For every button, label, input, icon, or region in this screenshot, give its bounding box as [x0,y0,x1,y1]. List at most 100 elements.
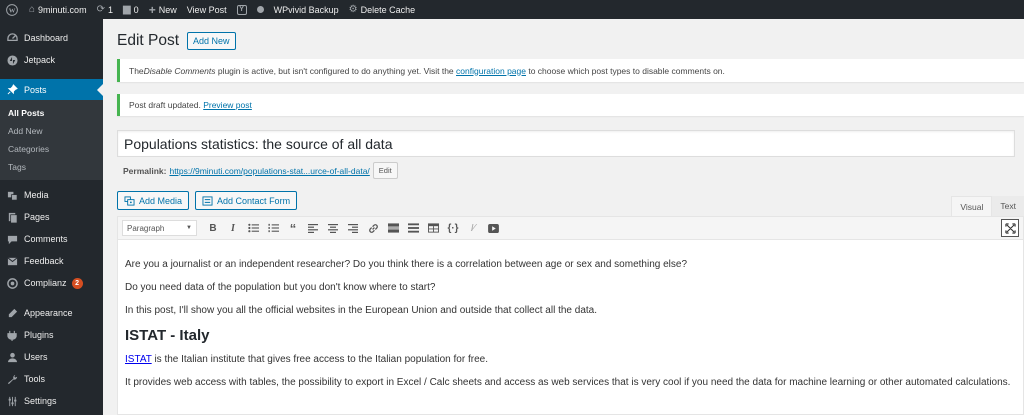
menu-label: Feedback [24,256,64,266]
complianz-badge: 2 [71,277,83,289]
menu-item-media[interactable]: Media [0,184,103,206]
menu-item-pages[interactable]: Pages [0,206,103,228]
site-name-link[interactable]: ⌂ 9minuti.com [24,0,92,19]
toolbar-toggle-icon[interactable] [403,219,423,237]
edit-permalink-button[interactable]: Edit [372,162,398,179]
yoast-icon: Y [236,4,247,15]
menu-item-posts[interactable]: Posts [0,79,103,100]
menu-label: Tools [24,374,46,384]
fullscreen-icon[interactable] [1001,219,1019,237]
align-left-icon[interactable] [303,219,323,237]
post-title-input[interactable]: Populations statistics: the source of al… [117,130,1015,157]
media-icon [7,190,18,201]
add-contact-form-label: Add Contact Form [217,195,291,206]
read-more-icon[interactable] [383,219,403,237]
plugins-icon [7,330,18,341]
format-select[interactable]: Paragraph ▼ [122,220,197,236]
submenu-categories[interactable]: Categories [0,140,103,158]
content-paragraph: Do you need data of the population but y… [125,282,436,293]
menu-item-feedback[interactable]: Feedback [0,250,103,272]
tab-text[interactable]: Text [992,196,1024,216]
istat-description: is the Italian institute that gives free… [151,354,488,365]
comments-count: 0 [133,4,139,15]
clear-formatting-icon[interactable]: I⁄ [463,219,483,237]
italic-icon[interactable]: I [223,219,243,237]
bulleted-list-icon[interactable] [243,219,263,237]
add-media-label: Add Media [139,195,183,206]
comment-icon: ▆ [122,4,131,15]
configuration-page-link[interactable]: configuration page [456,66,526,76]
delete-cache-link[interactable]: ⚙ Delete Cache [344,0,421,19]
content-paragraph: Are you a journalist or an independent r… [125,259,688,270]
jetpack-icon [7,54,18,66]
media-buttons: Add Media Add Contact Form [117,191,303,210]
permalink-label: Permalink: [123,165,167,176]
post-content-editor[interactable]: Are you a journalist or an independent r… [117,240,1024,415]
tab-visual[interactable]: Visual [951,196,993,216]
bold-icon[interactable]: B [203,219,223,237]
code-icon[interactable]: {·} [443,219,463,237]
notice-plugin-name: Disable Comments [143,65,216,76]
menu-item-complianz[interactable]: Complianz 2 [0,272,103,294]
menu-label: Posts [24,84,47,95]
updates-link[interactable]: ⟳ 1 [92,0,118,19]
permalink-row: Permalink: https://9minuti.com/populatio… [123,162,398,179]
disable-comments-notice: The Disable Comments plugin is active, b… [117,59,1024,82]
add-media-button[interactable]: Add Media [117,191,190,210]
status-dot-link[interactable] [252,0,269,19]
format-select-value: Paragraph [127,223,165,233]
main-content: Edit Post Add New The Disable Comments p… [103,19,1024,415]
submenu-add-new[interactable]: Add New [0,122,103,140]
comments-link[interactable]: ▆ 0 [118,0,144,19]
permalink-url[interactable]: https://9minuti.com/populations-stat...u… [169,166,369,176]
submenu-tags[interactable]: Tags [0,158,103,176]
tools-icon [7,374,18,385]
notice-text-middle: plugin is active, but isn't configured t… [215,65,457,76]
menu-item-plugins[interactable]: Plugins [0,324,103,346]
menu-item-settings[interactable]: Settings [0,390,103,412]
plus-icon: + [148,2,156,17]
settings-icon [7,396,18,407]
pages-icon [7,212,18,223]
delete-cache-label: Delete Cache [360,4,416,15]
menu-label: Settings [24,396,57,406]
numbered-list-icon[interactable] [263,219,283,237]
menu-item-dashboard[interactable]: Dashboard [0,27,103,49]
blockquote-icon[interactable]: “ [283,219,303,237]
site-name: 9minuti.com [38,4,87,15]
pin-icon [7,84,18,95]
preview-post-link[interactable]: Preview post [203,100,252,110]
editor-toolbar: Paragraph ▼ B I “ {·} I⁄ [117,216,1024,240]
editor-tabs: Visual Text [951,196,1024,216]
submenu-all-posts[interactable]: All Posts [0,104,103,122]
view-post-label: View Post [186,4,227,15]
add-new-button[interactable]: Add New [187,32,236,50]
table-icon[interactable] [423,219,443,237]
menu-item-tools[interactable]: Tools [0,368,103,390]
add-contact-form-button[interactable]: Add Contact Form [195,191,298,210]
wordpress-logo-icon[interactable]: W [0,0,24,19]
menu-item-appearance[interactable]: Appearance [0,302,103,324]
istat-link[interactable]: ISTAT [125,354,152,365]
media-icon [124,195,135,206]
wpvivid-backup-link[interactable]: WPvivid Backup [269,0,344,19]
yoast-link[interactable]: Y [232,0,252,19]
view-post-link[interactable]: View Post [182,0,232,19]
menu-item-comments[interactable]: Comments [0,228,103,250]
home-icon: ⌂ [29,4,36,15]
content-heading-istat: ISTAT - Italy [125,327,210,344]
admin-bar: W ⌂ 9minuti.com ⟳ 1 ▆ 0 + New View Post … [0,0,1024,19]
status-dot-icon [256,6,264,13]
menu-item-jetpack[interactable]: Jetpack [0,49,103,71]
video-icon[interactable] [483,219,503,237]
menu-label: Media [24,190,49,200]
align-right-icon[interactable] [343,219,363,237]
updates-icon: ⟳ [96,4,105,15]
appearance-icon [7,308,18,319]
notice-updated-text: Post draft updated. [129,100,204,110]
menu-item-users[interactable]: Users [0,346,103,368]
link-icon[interactable] [363,219,383,237]
align-center-icon[interactable] [323,219,343,237]
menu-label: Complianz [24,278,67,288]
new-content-link[interactable]: + New [144,0,182,19]
